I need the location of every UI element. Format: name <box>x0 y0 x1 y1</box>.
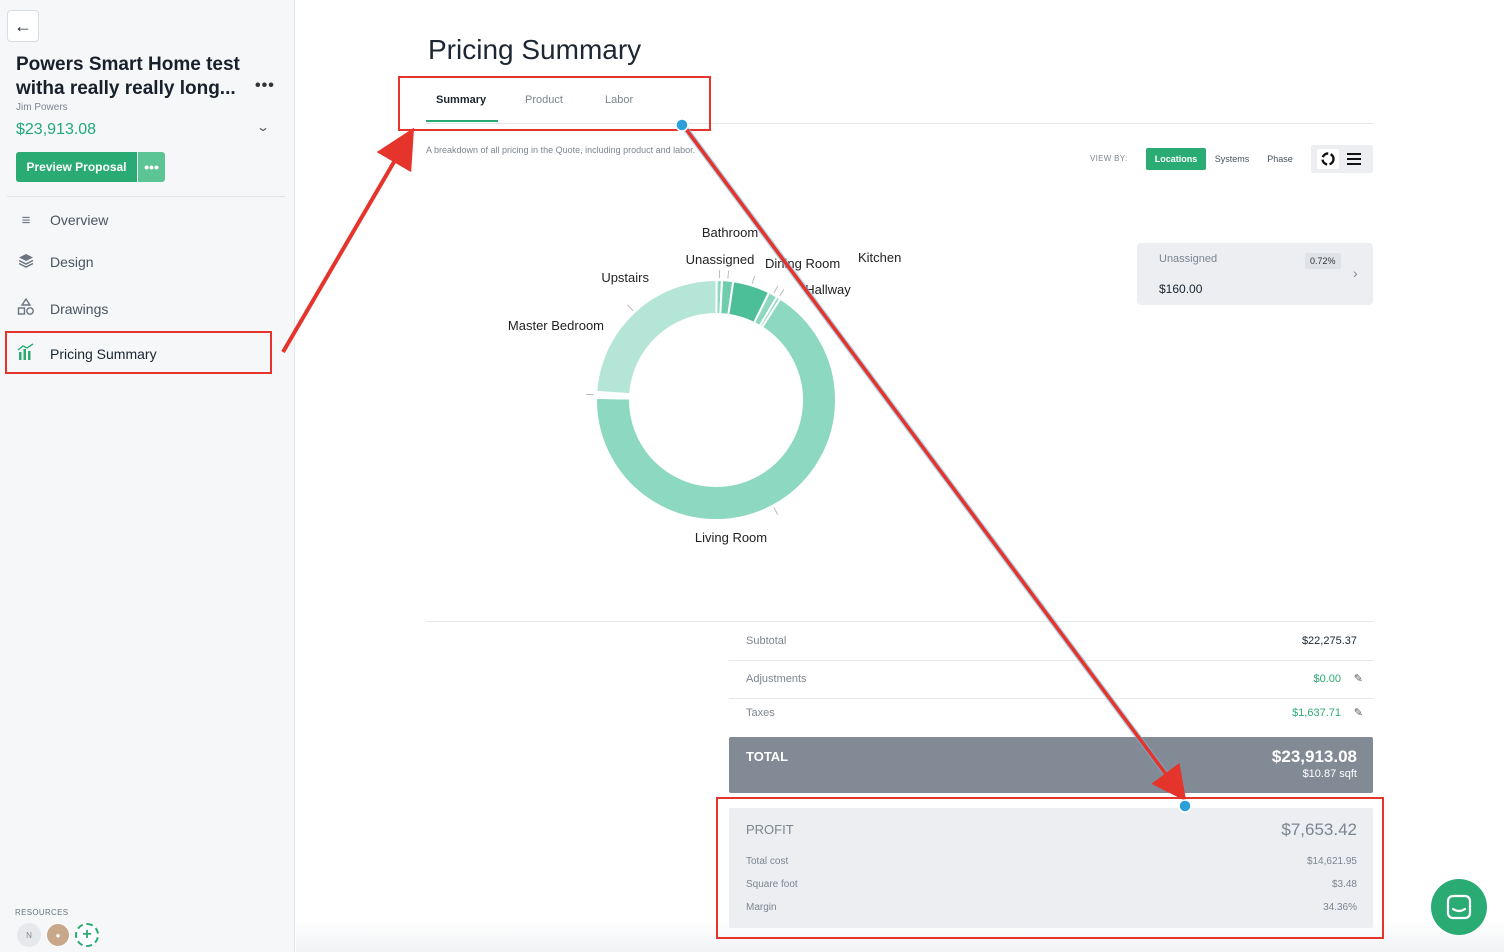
annotation-box-tabs <box>398 76 711 131</box>
view-by-systems-button[interactable]: Systems <box>1208 148 1256 170</box>
page-description: A breakdown of all pricing in the Quote,… <box>426 145 696 155</box>
adjustments-label: Adjustments <box>746 673 807 685</box>
subtotal-row: Subtotal $22,275.37 <box>746 635 1357 655</box>
preview-more-button[interactable]: ••• <box>138 152 165 182</box>
arrow-sidebar-to-tabs <box>281 127 415 354</box>
percent-badge: 0.72% <box>1305 253 1341 269</box>
add-resource-button[interactable]: + <box>75 923 99 947</box>
sidebar-item-design[interactable]: Design <box>16 250 94 274</box>
total-per-sqft: $10.87 sqft <box>1302 768 1357 780</box>
donut-slice-upstairs[interactable] <box>595 279 718 396</box>
total-value: $23,913.08 <box>1271 747 1357 766</box>
sidebar-item-label: Drawings <box>50 301 109 317</box>
avatar-photo[interactable]: ● <box>46 923 70 947</box>
selected-location-card[interactable]: Unassigned 0.72% $160.00 › <box>1137 243 1373 305</box>
donut-label-hallway: Hallway <box>805 282 851 297</box>
view-by-locations-button[interactable]: Locations <box>1146 148 1206 170</box>
chevron-right-icon[interactable]: › <box>1353 265 1358 281</box>
view-by-phase-button[interactable]: Phase <box>1260 148 1300 170</box>
shapes-icon <box>16 297 36 320</box>
avatar[interactable]: N <box>17 923 41 947</box>
annotation-box-sidebar <box>5 331 272 374</box>
donut-label-dining-room: Dining Room <box>765 256 840 271</box>
location-name: Unassigned <box>1159 253 1218 265</box>
location-amount: $160.00 <box>1159 282 1203 296</box>
subtotal-value: $22,275.37 <box>1301 635 1357 647</box>
taxes-value: $1,637.71 <box>1292 707 1341 719</box>
project-title: Powers Smart Home test witha really real… <box>16 54 240 99</box>
donut-label-upstairs: Upstairs <box>601 270 649 285</box>
row-divider <box>729 698 1373 699</box>
row-divider <box>729 660 1373 661</box>
donut-label-master-bedroom: Master Bedroom <box>508 318 604 333</box>
donut-label-kitchen: Kitchen <box>858 250 901 265</box>
list-view-icon[interactable] <box>1343 149 1365 169</box>
donut-leader-line <box>779 288 785 297</box>
taxes-row: Taxes $1,637.71 ✎ <box>746 707 1363 727</box>
edit-adjustments-icon[interactable]: ✎ <box>1354 672 1363 685</box>
adjustments-row: Adjustments $0.00 ✎ <box>746 673 1363 693</box>
sidebar-item-overview[interactable]: ≡ Overview <box>16 208 109 232</box>
project-owner: Jim Powers <box>16 102 68 113</box>
chat-launcher-button[interactable] <box>1431 879 1487 935</box>
adjustments-value: $0.00 <box>1313 673 1341 685</box>
annotation-box-profit <box>716 797 1384 939</box>
donut-leader-line <box>727 270 730 279</box>
donut-label-unassigned: Unassigned <box>686 252 755 267</box>
donut-leader-line <box>773 285 779 293</box>
sidebar-item-label: Design <box>50 254 94 270</box>
donut-view-icon[interactable] <box>1317 149 1339 169</box>
sidebar-item-drawings[interactable]: Drawings <box>16 297 108 321</box>
layers-icon <box>16 252 36 272</box>
preview-proposal-button[interactable]: Preview Proposal <box>16 152 137 182</box>
edit-taxes-icon[interactable]: ✎ <box>1354 706 1363 719</box>
view-by-label: VIEW BY: <box>1090 154 1128 163</box>
totals-divider <box>426 621 1373 622</box>
donut-label-living-room: Living Room <box>695 530 767 545</box>
pricing-donut-chart: Living Room Master Bedroom Upstairs Unassig… <box>508 225 901 545</box>
chat-icon <box>1446 894 1472 920</box>
sidebar-divider <box>7 196 285 197</box>
project-price: $23,913.08 <box>16 121 97 138</box>
subtotal-label: Subtotal <box>746 635 787 647</box>
donut-leader-line <box>751 275 756 284</box>
sidebar-item-label: Overview <box>50 212 109 228</box>
chevron-down-icon[interactable]: ⌄ <box>256 120 270 134</box>
back-arrow-icon[interactable]: ← <box>7 10 39 42</box>
total-summary: TOTAL $23,913.08 $10.87 sqft <box>729 737 1373 793</box>
resources-label: RESOURCES <box>15 908 69 917</box>
donut-label-bathroom: Bathroom <box>702 225 758 240</box>
page-title: Pricing Summary <box>428 34 642 65</box>
more-options-icon[interactable]: ••• <box>255 77 275 95</box>
chart-view-toggle <box>1311 145 1373 173</box>
taxes-label: Taxes <box>746 707 775 719</box>
sidebar: ← Powers Smart Home test witha really re… <box>0 0 295 952</box>
donut-leader-line <box>627 304 634 311</box>
donut-leader-line <box>773 507 779 515</box>
list-icon: ≡ <box>21 211 31 229</box>
avatar-initials: N <box>26 930 32 940</box>
total-label: TOTAL <box>746 749 789 764</box>
